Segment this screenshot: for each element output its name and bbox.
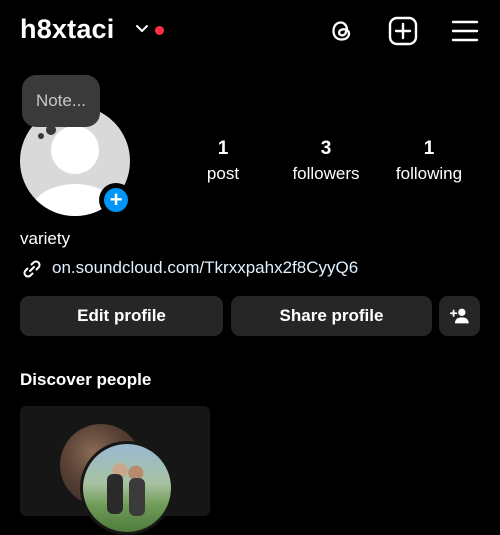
stat-following[interactable]: 1 following <box>390 138 468 184</box>
threads-icon[interactable] <box>326 15 358 47</box>
notification-dot <box>155 26 164 35</box>
stat-followers[interactable]: 3 followers <box>285 138 367 184</box>
edit-profile-button[interactable]: Edit profile <box>20 296 223 336</box>
create-post-icon[interactable] <box>387 15 419 47</box>
profile-link[interactable]: on.soundcloud.com/Tkrxxpahx2f8CyyQ6 <box>52 258 358 278</box>
bio-text: variety <box>20 229 71 248</box>
note-placeholder: Note... <box>35 91 87 110</box>
person-add-icon <box>449 308 469 324</box>
discover-people-title: Discover people <box>20 370 152 389</box>
username-title[interactable]: h8xtaci <box>20 14 114 45</box>
chevron-down-icon[interactable] <box>135 22 149 36</box>
photo-person-right <box>129 478 145 516</box>
note-bubble-tail-small <box>38 133 44 139</box>
stat-following-value: 1 <box>423 138 435 159</box>
stat-following-label: following <box>395 164 463 183</box>
add-user-button[interactable] <box>439 296 480 336</box>
note-bubble[interactable]: Note... <box>22 75 100 127</box>
photo-person-left <box>107 474 123 514</box>
share-profile-button[interactable]: Share profile <box>231 296 432 336</box>
menu-icon[interactable] <box>449 15 481 47</box>
stat-posts-label: post <box>206 164 240 183</box>
note-bubble-tail <box>46 125 56 135</box>
avatar-placeholder-head <box>51 126 99 174</box>
link-icon <box>23 260 41 278</box>
suggested-user-photo-secondary[interactable] <box>80 441 174 535</box>
stat-followers-label: followers <box>292 164 360 183</box>
stat-followers-value: 3 <box>320 138 332 159</box>
stat-posts[interactable]: 1 post <box>190 138 256 184</box>
stat-posts-value: 1 <box>217 138 229 159</box>
plus-icon[interactable]: + <box>104 188 128 212</box>
